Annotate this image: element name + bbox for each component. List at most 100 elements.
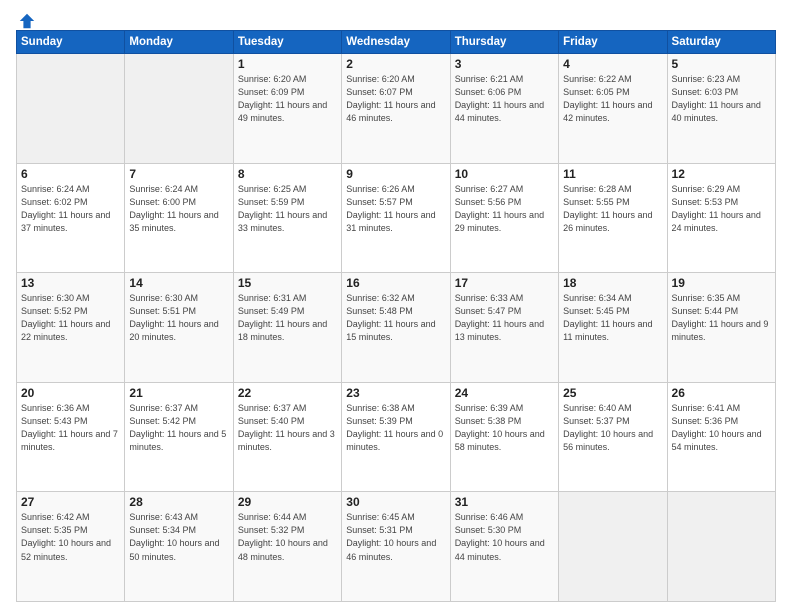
calendar-week-row: 20 Sunrise: 6:36 AM Sunset: 5:43 PM Dayli… — [17, 382, 776, 492]
day-number: 15 — [238, 276, 337, 290]
day-info: Sunrise: 6:39 AM Sunset: 5:38 PM Dayligh… — [455, 402, 554, 454]
day-number: 18 — [563, 276, 662, 290]
day-info: Sunrise: 6:26 AM Sunset: 5:57 PM Dayligh… — [346, 183, 445, 235]
day-info: Sunrise: 6:32 AM Sunset: 5:48 PM Dayligh… — [346, 292, 445, 344]
logo-icon — [18, 12, 36, 30]
day-info: Sunrise: 6:27 AM Sunset: 5:56 PM Dayligh… — [455, 183, 554, 235]
calendar-day-header: Saturday — [667, 31, 775, 54]
day-number: 2 — [346, 57, 445, 71]
day-info: Sunrise: 6:37 AM Sunset: 5:40 PM Dayligh… — [238, 402, 337, 454]
calendar-day-cell: 11 Sunrise: 6:28 AM Sunset: 5:55 PM Dayli… — [559, 163, 667, 273]
calendar-header-row: SundayMondayTuesdayWednesdayThursdayFrid… — [17, 31, 776, 54]
day-info: Sunrise: 6:24 AM Sunset: 6:00 PM Dayligh… — [129, 183, 228, 235]
day-info: Sunrise: 6:22 AM Sunset: 6:05 PM Dayligh… — [563, 73, 662, 125]
calendar-week-row: 27 Sunrise: 6:42 AM Sunset: 5:35 PM Dayli… — [17, 492, 776, 602]
day-info: Sunrise: 6:37 AM Sunset: 5:42 PM Dayligh… — [129, 402, 228, 454]
calendar-day-header: Friday — [559, 31, 667, 54]
calendar-day-cell: 25 Sunrise: 6:40 AM Sunset: 5:37 PM Dayli… — [559, 382, 667, 492]
calendar-day-cell: 1 Sunrise: 6:20 AM Sunset: 6:09 PM Daylig… — [233, 54, 341, 164]
day-info: Sunrise: 6:30 AM Sunset: 5:52 PM Dayligh… — [21, 292, 120, 344]
day-info: Sunrise: 6:28 AM Sunset: 5:55 PM Dayligh… — [563, 183, 662, 235]
day-number: 25 — [563, 386, 662, 400]
calendar-day-cell: 2Sunrise: 6:20 AM Sunset: 6:07 PM Daylig… — [342, 54, 450, 164]
day-number: 6 — [21, 167, 120, 181]
calendar-day-header: Sunday — [17, 31, 125, 54]
calendar-day-cell: 19 Sunrise: 6:35 AM Sunset: 5:44 PM Dayli… — [667, 273, 775, 383]
day-info: Sunrise: 6:31 AM Sunset: 5:49 PM Dayligh… — [238, 292, 337, 344]
day-number: 1 — [238, 57, 337, 71]
calendar-day-cell — [667, 492, 775, 602]
calendar-day-cell: 5 Sunrise: 6:23 AM Sunset: 6:03 PM Daylig… — [667, 54, 775, 164]
calendar-day-cell: 6Sunrise: 6:24 AM Sunset: 6:02 PM Daylig… — [17, 163, 125, 273]
calendar-day-cell: 30 Sunrise: 6:45 AM Sunset: 5:31 PM Dayli… — [342, 492, 450, 602]
day-number: 4 — [563, 57, 662, 71]
day-number: 12 — [672, 167, 771, 181]
day-number: 19 — [672, 276, 771, 290]
day-info: Sunrise: 6:38 AM Sunset: 5:39 PM Dayligh… — [346, 402, 445, 454]
calendar-day-cell: 26 Sunrise: 6:41 AM Sunset: 5:36 PM Dayli… — [667, 382, 775, 492]
day-number: 3 — [455, 57, 554, 71]
day-number: 16 — [346, 276, 445, 290]
day-info: Sunrise: 6:40 AM Sunset: 5:37 PM Dayligh… — [563, 402, 662, 454]
day-info: Sunrise: 6:23 AM Sunset: 6:03 PM Dayligh… — [672, 73, 771, 125]
calendar-day-cell: 7 Sunrise: 6:24 AM Sunset: 6:00 PM Daylig… — [125, 163, 233, 273]
day-number: 11 — [563, 167, 662, 181]
calendar-week-row: 1 Sunrise: 6:20 AM Sunset: 6:09 PM Daylig… — [17, 54, 776, 164]
day-number: 14 — [129, 276, 228, 290]
day-number: 13 — [21, 276, 120, 290]
calendar-day-cell: 21 Sunrise: 6:37 AM Sunset: 5:42 PM Dayli… — [125, 382, 233, 492]
day-number: 28 — [129, 495, 228, 509]
calendar-day-header: Tuesday — [233, 31, 341, 54]
calendar-day-cell: 14 Sunrise: 6:30 AM Sunset: 5:51 PM Dayli… — [125, 273, 233, 383]
calendar-day-cell: 8 Sunrise: 6:25 AM Sunset: 5:59 PM Daylig… — [233, 163, 341, 273]
day-number: 5 — [672, 57, 771, 71]
calendar-day-cell: 10 Sunrise: 6:27 AM Sunset: 5:56 PM Dayli… — [450, 163, 558, 273]
day-number: 31 — [455, 495, 554, 509]
day-info: Sunrise: 6:42 AM Sunset: 5:35 PM Dayligh… — [21, 511, 120, 563]
page-header — [16, 12, 776, 26]
day-number: 8 — [238, 167, 337, 181]
day-info: Sunrise: 6:44 AM Sunset: 5:32 PM Dayligh… — [238, 511, 337, 563]
day-info: Sunrise: 6:20 AM Sunset: 6:09 PM Dayligh… — [238, 73, 337, 125]
day-number: 21 — [129, 386, 228, 400]
day-info: Sunrise: 6:33 AM Sunset: 5:47 PM Dayligh… — [455, 292, 554, 344]
day-info: Sunrise: 6:36 AM Sunset: 5:43 PM Dayligh… — [21, 402, 120, 454]
calendar-day-cell — [125, 54, 233, 164]
day-number: 20 — [21, 386, 120, 400]
day-number: 17 — [455, 276, 554, 290]
day-info: Sunrise: 6:25 AM Sunset: 5:59 PM Dayligh… — [238, 183, 337, 235]
calendar-day-cell: 9 Sunrise: 6:26 AM Sunset: 5:57 PM Daylig… — [342, 163, 450, 273]
day-info: Sunrise: 6:35 AM Sunset: 5:44 PM Dayligh… — [672, 292, 771, 344]
day-info: Sunrise: 6:30 AM Sunset: 5:51 PM Dayligh… — [129, 292, 228, 344]
calendar-day-header: Monday — [125, 31, 233, 54]
day-number: 27 — [21, 495, 120, 509]
day-number: 22 — [238, 386, 337, 400]
calendar-week-row: 6Sunrise: 6:24 AM Sunset: 6:02 PM Daylig… — [17, 163, 776, 273]
day-number: 26 — [672, 386, 771, 400]
day-info: Sunrise: 6:21 AM Sunset: 6:06 PM Dayligh… — [455, 73, 554, 125]
day-info: Sunrise: 6:45 AM Sunset: 5:31 PM Dayligh… — [346, 511, 445, 563]
day-info: Sunrise: 6:43 AM Sunset: 5:34 PM Dayligh… — [129, 511, 228, 563]
calendar-day-cell: 29 Sunrise: 6:44 AM Sunset: 5:32 PM Dayli… — [233, 492, 341, 602]
calendar-day-cell: 27 Sunrise: 6:42 AM Sunset: 5:35 PM Dayli… — [17, 492, 125, 602]
calendar-day-cell: 23Sunrise: 6:38 AM Sunset: 5:39 PM Dayli… — [342, 382, 450, 492]
day-number: 29 — [238, 495, 337, 509]
calendar-week-row: 13 Sunrise: 6:30 AM Sunset: 5:52 PM Dayli… — [17, 273, 776, 383]
day-number: 24 — [455, 386, 554, 400]
calendar-day-cell: 12Sunrise: 6:29 AM Sunset: 5:53 PM Dayli… — [667, 163, 775, 273]
day-info: Sunrise: 6:34 AM Sunset: 5:45 PM Dayligh… — [563, 292, 662, 344]
calendar-day-header: Thursday — [450, 31, 558, 54]
calendar-day-cell: 18 Sunrise: 6:34 AM Sunset: 5:45 PM Dayli… — [559, 273, 667, 383]
calendar-day-cell: 13 Sunrise: 6:30 AM Sunset: 5:52 PM Dayli… — [17, 273, 125, 383]
calendar-day-cell: 31Sunrise: 6:46 AM Sunset: 5:30 PM Dayli… — [450, 492, 558, 602]
calendar-day-cell — [17, 54, 125, 164]
day-info: Sunrise: 6:41 AM Sunset: 5:36 PM Dayligh… — [672, 402, 771, 454]
calendar-day-cell: 3 Sunrise: 6:21 AM Sunset: 6:06 PM Daylig… — [450, 54, 558, 164]
day-number: 9 — [346, 167, 445, 181]
calendar-day-cell: 15 Sunrise: 6:31 AM Sunset: 5:49 PM Dayli… — [233, 273, 341, 383]
day-number: 7 — [129, 167, 228, 181]
calendar-day-header: Wednesday — [342, 31, 450, 54]
day-number: 30 — [346, 495, 445, 509]
calendar-day-cell: 20 Sunrise: 6:36 AM Sunset: 5:43 PM Dayli… — [17, 382, 125, 492]
day-number: 10 — [455, 167, 554, 181]
